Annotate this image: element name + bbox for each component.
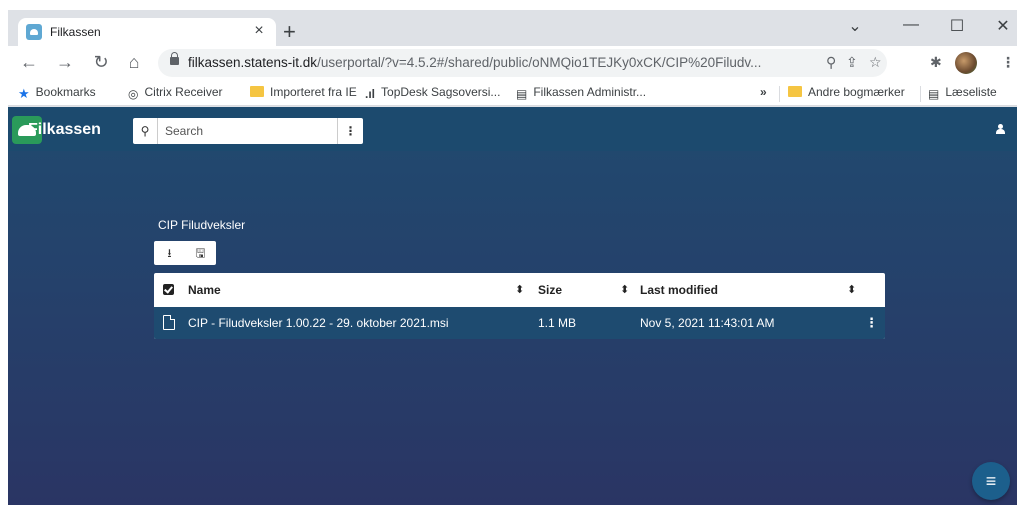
file-size: 1.1 MB <box>538 316 577 330</box>
row-menu-icon[interactable]: ⋮ <box>865 307 878 339</box>
user-icon[interactable] <box>996 124 1005 134</box>
column-header-last-modified[interactable]: Last modified <box>640 273 718 307</box>
action-buttons: ⭳ 🖫 <box>154 241 216 265</box>
bookmarks-bar: ★ Bookmarks ◎ Citrix Receiver Importeret f… <box>8 80 1017 106</box>
tab-title: Filkassen <box>50 25 101 39</box>
table-row[interactable]: CIP - Filudveksler 1.00.22 - 29. oktober… <box>154 307 885 339</box>
browser-toolbar: ← → ↻ ⌂ filkassen.statens-it.dk/userport… <box>8 46 1017 80</box>
url-text[interactable]: filkassen.statens-it.dk/userportal/?v=4.… <box>188 55 761 70</box>
reading-list[interactable]: ▤ Læseliste <box>928 85 997 101</box>
logo-text[interactable]: Filkassen <box>28 121 101 139</box>
file-modified: Nov 5, 2021 11:43:01 AM <box>640 316 775 330</box>
zoom-icon[interactable]: ⚲ <box>826 54 836 71</box>
url-domain: filkassen.statens-it.dk <box>188 55 318 70</box>
bars-icon: .ıl <box>365 87 376 101</box>
star-icon: ★ <box>18 86 30 101</box>
extensions-icon[interactable]: ✱ <box>930 54 942 71</box>
fab-menu-icon[interactable]: ≡ <box>972 462 1010 500</box>
file-table: Name ⬍ Size ⬍ Last modified ⬍ CIP - Filu… <box>154 273 885 339</box>
page-icon: ▤ <box>516 87 528 101</box>
folder-icon <box>250 86 264 97</box>
folder-icon <box>788 86 802 97</box>
search-input[interactable] <box>165 118 325 144</box>
bookmark-other-folder[interactable]: Andre bogmærker <box>788 85 905 99</box>
close-window-icon[interactable]: ✕ <box>993 16 1013 36</box>
search-icon[interactable]: ⚲ <box>133 118 158 144</box>
reading-list-icon: ▤ <box>928 87 940 101</box>
tab-filkassen[interactable]: Filkassen × <box>18 18 276 46</box>
back-icon[interactable]: ← <box>18 52 40 72</box>
maximize-icon[interactable]: ☐ <box>947 16 967 36</box>
column-header-name[interactable]: Name <box>188 273 221 307</box>
bookmark-importeret[interactable]: Importeret fra IE <box>250 85 357 99</box>
file-name[interactable]: CIP - Filudveksler 1.00.22 - 29. oktober… <box>188 307 449 339</box>
column-header-size[interactable]: Size <box>538 273 562 307</box>
browser-window: Filkassen × + ⌄ — ☐ ✕ ← → ↻ ⌂ filkassen.… <box>8 10 1017 505</box>
app-header: Filkassen ⚲ ⋮ <box>8 107 1017 151</box>
bookmark-star-icon[interactable]: ☆ <box>869 54 882 71</box>
bookmarks-overflow-icon[interactable]: » <box>760 85 767 99</box>
filkassen-favicon-icon <box>26 24 42 40</box>
bookmark-filkassen-admin[interactable]: ▤ Filkassen Administr... <box>516 85 646 101</box>
top-strip <box>0 0 1017 10</box>
search-options-icon[interactable]: ⋮ <box>337 118 363 144</box>
tab-search-icon[interactable]: ⌄ <box>845 16 865 36</box>
minimize-icon[interactable]: — <box>901 16 921 34</box>
sort-name-icon[interactable]: ⬍ <box>515 273 524 307</box>
profile-avatar[interactable] <box>955 52 977 74</box>
folder-title: CIP Filudveksler <box>158 218 246 232</box>
citrix-icon: ◎ <box>128 87 139 101</box>
file-icon <box>163 315 175 330</box>
bookmark-separator <box>920 86 921 102</box>
forward-icon[interactable]: → <box>54 52 76 72</box>
bookmark-separator <box>779 86 780 102</box>
bookmark-citrix[interactable]: ◎ Citrix Receiver <box>128 85 223 101</box>
browser-menu-icon[interactable]: ⋮ <box>1001 54 1015 71</box>
reload-icon[interactable]: ↻ <box>90 52 112 72</box>
bookmark-bookmarks[interactable]: ★ Bookmarks <box>18 85 96 102</box>
save-icon[interactable]: 🖫 <box>185 241 216 265</box>
select-all-checkbox[interactable] <box>163 284 174 295</box>
sort-size-icon[interactable]: ⬍ <box>620 273 629 307</box>
address-bar[interactable]: filkassen.statens-it.dk/userportal/?v=4.… <box>158 49 887 77</box>
new-tab-button[interactable]: + <box>283 21 296 43</box>
search-box: ⚲ ⋮ <box>133 118 363 144</box>
bookmark-topdesk[interactable]: .ıl TopDesk Sagsoversi... <box>365 85 500 101</box>
share-icon[interactable]: ⇪ <box>846 54 858 71</box>
lock-icon[interactable] <box>170 52 179 65</box>
home-icon[interactable]: ⌂ <box>123 52 145 72</box>
download-icon[interactable]: ⭳ <box>154 241 185 265</box>
url-path: /userportal/?v=4.5.2#/shared/public/oNMQ… <box>317 55 762 70</box>
sort-modified-icon[interactable]: ⬍ <box>847 273 856 307</box>
filkassen-app: Filkassen ⚲ ⋮ CIP Filudveksler ⭳ 🖫 Name … <box>8 107 1017 505</box>
tab-close-icon[interactable]: × <box>250 22 268 40</box>
tab-strip: Filkassen × + ⌄ — ☐ ✕ <box>8 10 1017 46</box>
